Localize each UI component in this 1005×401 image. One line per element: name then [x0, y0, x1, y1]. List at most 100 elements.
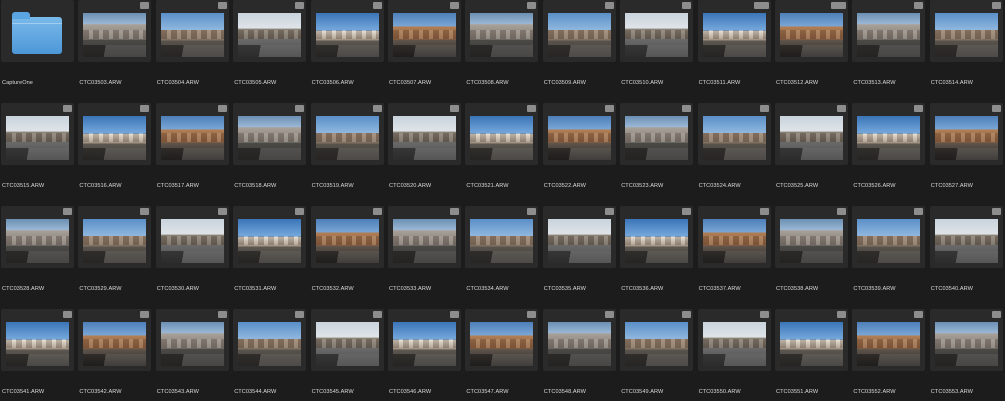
thumbnail-item[interactable]: CTC03548.ARW	[542, 309, 617, 401]
filename-label: CTC03519.ARW	[311, 183, 354, 189]
filename-label: CTC03513.ARW	[853, 80, 896, 86]
thumbnail-item[interactable]: CTC03534.ARW	[465, 206, 539, 298]
thumbnail-item[interactable]: CTC03539.ARW	[852, 206, 926, 298]
thumbnail-item[interactable]: CTC03505.ARW	[233, 0, 307, 92]
thumbnail-item[interactable]: CTC03519.ARW	[310, 103, 385, 195]
thumbnail-item[interactable]: CTC03522.ARW	[542, 103, 617, 195]
thumbnail-item[interactable]: CTC03517.ARW	[155, 103, 230, 195]
thumbnail-item[interactable]: CTC03544.ARW	[233, 309, 307, 401]
raw-badge-icon	[991, 311, 1001, 318]
thumbnail-item[interactable]: CTC03541.ARW	[1, 309, 75, 401]
photo-thumbnail	[547, 13, 611, 57]
thumbnail-item[interactable]: CTC03509.ARW	[542, 0, 617, 92]
thumbnail-item[interactable]: CTC03553.ARW	[929, 309, 1004, 401]
thumbnail-item[interactable]: CTC03551.ARW	[775, 309, 849, 401]
photo-thumbnail	[83, 116, 147, 160]
raw-badge-icon	[759, 311, 769, 318]
photo-thumbnail	[6, 219, 69, 263]
thumbnail-item[interactable]: CTC03543.ARW	[155, 309, 230, 401]
folder-icon	[12, 12, 62, 54]
filename-label: CTC03547.ARW	[466, 389, 509, 395]
thumbnail-item[interactable]: CTC03538.ARW	[775, 206, 849, 298]
thumbnail-item[interactable]: CTC03549.ARW	[620, 309, 694, 401]
raw-badge-icon	[914, 105, 924, 112]
thumbnail-item[interactable]: CTC03533.ARW	[388, 206, 462, 298]
thumbnail-item[interactable]: CTC03508.ARW	[465, 0, 539, 92]
thumbnail-item[interactable]: CTC03525.ARW	[775, 103, 849, 195]
raw-badge-icon	[604, 208, 614, 215]
thumbnail-item[interactable]: CTC03546.ARW	[388, 309, 462, 401]
thumbnail-card	[620, 309, 694, 371]
raw-badge-icon	[295, 311, 305, 318]
thumbnail-item[interactable]: CTC03550.ARW	[697, 309, 772, 401]
thumbnail-item[interactable]: CTC03503.ARW	[78, 0, 152, 92]
thumbnail-card	[852, 103, 926, 165]
filename-label: CTC03523.ARW	[621, 183, 664, 189]
thumbnail-item[interactable]: CTC03516.ARW	[78, 103, 152, 195]
raw-badge-icon	[759, 105, 769, 112]
raw-badge-icon	[759, 208, 769, 215]
photo-thumbnail	[934, 116, 998, 160]
thumbnail-item[interactable]: CTC03528.ARW	[1, 206, 75, 298]
thumbnail-item[interactable]: CTC03512.ARW	[775, 0, 849, 92]
raw-badge-icon	[63, 311, 72, 318]
filename-label: CTC03545.ARW	[311, 389, 354, 395]
thumbnail-item[interactable]: CTC03511.ARW	[697, 0, 772, 92]
photo-thumbnail	[470, 116, 534, 160]
thumbnail-item[interactable]: CTC03521.ARW	[465, 103, 539, 195]
thumbnail-item[interactable]: CTC03552.ARW	[852, 309, 926, 401]
photo-thumbnail	[238, 219, 302, 263]
thumbnail-item[interactable]: CTC03507.ARW	[388, 0, 462, 92]
thumbnail-card	[78, 309, 152, 371]
thumbnail-item[interactable]: CTC03530.ARW	[155, 206, 230, 298]
thumbnail-item[interactable]: CTC03520.ARW	[388, 103, 462, 195]
thumbnail-item[interactable]: CTC03535.ARW	[542, 206, 617, 298]
thumbnail-card	[929, 309, 1003, 371]
thumbnail-item[interactable]: CTC03536.ARW	[620, 206, 694, 298]
thumbnail-item[interactable]: CTC03510.ARW	[620, 0, 694, 92]
photo-thumbnail	[160, 116, 224, 160]
filename-label: CTC03509.ARW	[543, 80, 586, 86]
thumbnail-item[interactable]: CTC03540.ARW	[929, 206, 1004, 298]
thumbnail-card	[233, 206, 307, 268]
photo-thumbnail	[702, 322, 766, 366]
photo-thumbnail	[83, 219, 147, 263]
filename-label: CTC03542.ARW	[79, 389, 122, 395]
thumbnail-item[interactable]: CTC03531.ARW	[233, 206, 307, 298]
filename-label: CTC03520.ARW	[389, 183, 432, 189]
photo-thumbnail	[780, 322, 843, 366]
thumbnail-item[interactable]: CTC03524.ARW	[697, 103, 772, 195]
raw-badge-icon	[63, 105, 72, 112]
thumbnail-item[interactable]: CTC03527.ARW	[929, 103, 1004, 195]
thumbnail-item[interactable]: CTC03513.ARW	[852, 0, 926, 92]
thumbnail-item[interactable]: CTC03518.ARW	[233, 103, 307, 195]
thumbnail-card	[388, 103, 461, 165]
filename-label: CTC03536.ARW	[621, 286, 664, 292]
thumbnail-item[interactable]: CTC03547.ARW	[465, 309, 539, 401]
filename-label: CTC03512.ARW	[776, 80, 819, 86]
thumbnail-item[interactable]: CTC03526.ARW	[852, 103, 926, 195]
raw-badge-icon	[682, 311, 692, 318]
raw-badge-icon	[527, 208, 537, 215]
thumbnail-item[interactable]: CTC03545.ARW	[310, 309, 385, 401]
thumbnail-card	[852, 206, 926, 268]
filename-label: CTC03530.ARW	[156, 286, 199, 292]
folder-item[interactable]: CaptureOne	[1, 0, 75, 92]
thumbnail-item[interactable]: CTC03515.ARW	[1, 103, 75, 195]
thumbnail-item[interactable]: CTC03532.ARW	[310, 206, 385, 298]
thumbnail-item[interactable]: CTC03537.ARW	[697, 206, 772, 298]
raw-badge-icon	[527, 2, 537, 9]
thumbnail-item[interactable]: CTC03506.ARW	[310, 0, 385, 92]
thumbnail-item[interactable]: CTC03542.ARW	[78, 309, 152, 401]
thumbnail-item[interactable]: CTC03504.ARW	[155, 0, 230, 92]
raw-badge-icon	[140, 2, 150, 9]
filename-label: CTC03528.ARW	[2, 286, 45, 292]
thumbnail-card	[542, 309, 616, 371]
thumbnail-card	[78, 0, 152, 62]
raw-badge-icon	[217, 208, 227, 215]
thumbnail-card	[310, 309, 384, 371]
thumbnail-card	[1, 103, 74, 165]
thumbnail-item[interactable]: CTC03523.ARW	[620, 103, 694, 195]
thumbnail-item[interactable]: CTC03514.ARW	[929, 0, 1004, 92]
thumbnail-item[interactable]: CTC03529.ARW	[78, 206, 152, 298]
